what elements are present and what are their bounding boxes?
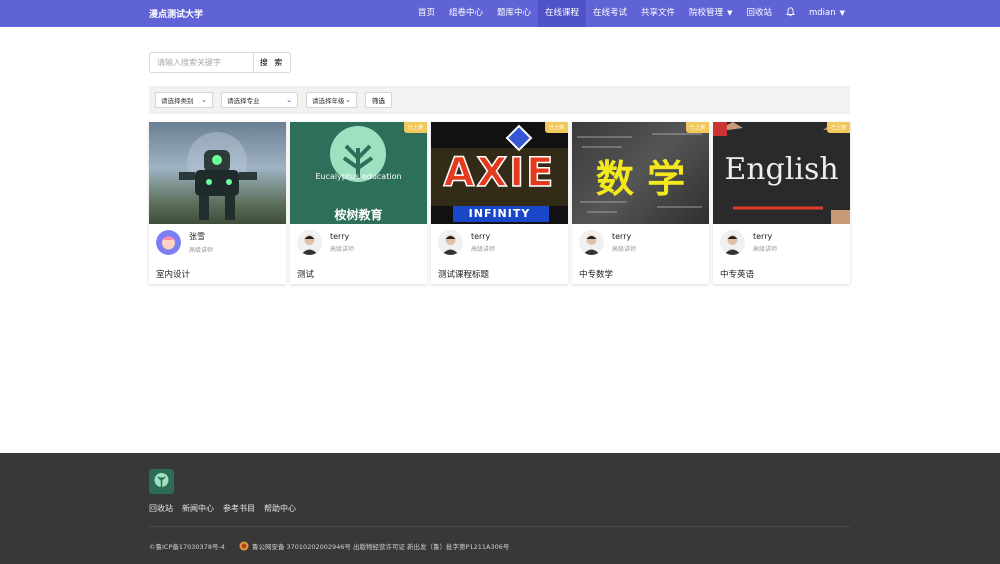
course-thumbnail: English 已上架 xyxy=(713,122,850,224)
thumbnail-caption: Eucalyptus education xyxy=(315,172,402,181)
site-brand[interactable]: 漫点测试大学 xyxy=(149,7,203,20)
nav-online-exam-label: 在线考试 xyxy=(593,8,628,18)
nav-shared-files-label: 共享文件 xyxy=(641,8,676,18)
grade-select-value: 请选择年级 xyxy=(312,97,345,105)
nav-school-admin-label: 院校管理 xyxy=(689,8,724,18)
search-button[interactable]: 搜 索 xyxy=(254,52,291,73)
teacher-info: terry 高级讲师 xyxy=(297,230,354,255)
police-record[interactable]: 鲁公网安备 37010202002946号 出版物经营许可证 新出发（鲁）批字第… xyxy=(239,541,509,551)
user-menu[interactable]: mdian ▼ xyxy=(802,0,852,27)
course-thumbnail: AXIE INFINITY 已上架 xyxy=(431,122,568,224)
teacher-info: terry 高级讲师 xyxy=(438,230,495,255)
nav-recycle-bin-label: 回收站 xyxy=(746,8,772,18)
thumbnail-caption: INFINITY xyxy=(468,207,531,220)
footer-link-news[interactable]: 新闻中心 xyxy=(182,503,214,514)
chevron-down-icon: ▼ xyxy=(839,9,845,17)
course-card[interactable]: AXIE INFINITY 已上架 terry 高级讲师 测试课程标题 xyxy=(431,122,568,284)
course-thumbnail xyxy=(149,122,286,224)
footer-divider xyxy=(149,526,850,527)
nav-online-course-label: 在线课程 xyxy=(545,8,580,18)
teacher-name: terry xyxy=(471,232,491,241)
avatar xyxy=(720,230,745,255)
teacher-name: terry xyxy=(330,232,350,241)
teacher-info: 张雪 高级讲师 xyxy=(156,230,213,255)
chevron-down-icon: ▼ xyxy=(727,9,733,17)
avatar xyxy=(438,230,463,255)
teacher-info: terry 高级讲师 xyxy=(720,230,777,255)
chevron-down-icon: ⌄ xyxy=(201,96,207,104)
thumbnail-caption: 数 学 xyxy=(595,157,686,201)
teacher-name: 张雪 xyxy=(189,232,205,241)
teacher-name: terry xyxy=(753,232,773,241)
teacher-info: terry 高级讲师 xyxy=(579,230,636,255)
thumbnail-caption: English xyxy=(724,152,839,187)
course-card[interactable]: English 已上架 terry 高级讲师 中专英语 xyxy=(713,122,850,284)
course-title[interactable]: 中专英语 xyxy=(720,268,754,280)
course-title[interactable]: 室内设计 xyxy=(156,268,190,280)
status-badge: 已上架 xyxy=(685,122,709,133)
status-badge: 已上架 xyxy=(403,122,427,133)
footer: 回收站 新闻中心 参考书目 帮助中心 ©鲁ICP备17030378号-4 鲁公网… xyxy=(0,453,1000,564)
chevron-down-icon: ⌄ xyxy=(286,96,292,104)
nav-paper-center[interactable]: 组卷中心 xyxy=(442,0,490,27)
user-name: mdian xyxy=(808,8,836,18)
footer-link-recycle[interactable]: 回收站 xyxy=(149,503,173,514)
search-bar: 搜 索 xyxy=(149,52,291,73)
nav-home-label: 首页 xyxy=(417,8,435,18)
status-badge: 已上架 xyxy=(826,122,850,133)
course-card[interactable]: 数 学 已上架 terry 高级讲师 中专数学 xyxy=(572,122,709,284)
major-select-value: 请选择专业 xyxy=(227,97,260,105)
search-input[interactable] xyxy=(149,52,254,73)
nav-online-course[interactable]: 在线课程 xyxy=(538,0,587,27)
nav-online-exam[interactable]: 在线考试 xyxy=(586,0,634,27)
top-navbar: 漫点测试大学 首页 组卷中心 题库中心 在线课程 在线考试 共享文件 院校管理 ▼… xyxy=(0,0,1000,27)
police-badge-icon xyxy=(239,541,249,551)
footer-link-help[interactable]: 帮助中心 xyxy=(264,503,296,514)
avatar xyxy=(579,230,604,255)
major-select[interactable]: 请选择专业 ⌄ xyxy=(221,92,298,108)
nav-shared-files[interactable]: 共享文件 xyxy=(634,0,682,27)
course-card[interactable]: 张雪 高级讲师 室内设计 xyxy=(149,122,286,284)
avatar xyxy=(156,230,181,255)
footer-links: 回收站 新闻中心 参考书目 帮助中心 xyxy=(149,503,296,514)
teacher-name: terry xyxy=(612,232,632,241)
course-title[interactable]: 测试 xyxy=(297,268,314,280)
nav-question-bank-label: 题库中心 xyxy=(496,8,531,18)
teacher-title: 高级讲师 xyxy=(753,246,778,253)
teacher-title: 高级讲师 xyxy=(471,246,496,253)
nav-recycle-bin[interactable]: 回收站 xyxy=(739,0,779,27)
category-select-value: 请选择类别 xyxy=(161,97,194,105)
teacher-title: 高级讲师 xyxy=(330,246,355,253)
course-thumbnail: Eucalyptus education 桉树教育 已上架 xyxy=(290,122,427,224)
course-list: 张雪 高级讲师 室内设计 Eucalyptus education 桉树教育 已… xyxy=(149,122,850,284)
nav-school-admin[interactable]: 院校管理 ▼ xyxy=(682,0,739,27)
grade-select[interactable]: 请选择年级 ⌄ xyxy=(306,92,357,108)
footer-legal: ©鲁ICP备17030378号-4 鲁公网安备 37010202002946号 … xyxy=(149,541,509,551)
teacher-title: 高级讲师 xyxy=(189,247,214,254)
police-record-text: 鲁公网安备 37010202002946号 出版物经营许可证 新出发（鲁）批字第… xyxy=(251,543,510,551)
chevron-down-icon: ⌄ xyxy=(345,96,351,104)
category-select[interactable]: 请选择类别 ⌄ xyxy=(155,92,213,108)
filter-bar: 请选择类别 ⌄ 请选择专业 ⌄ 请选择年级 ⌄ 筛选 xyxy=(149,86,850,114)
course-title[interactable]: 中专数学 xyxy=(579,268,613,280)
thumbnail-caption: 桉树教育 xyxy=(334,208,383,222)
nav-question-bank[interactable]: 题库中心 xyxy=(490,0,538,27)
filter-button[interactable]: 筛选 xyxy=(365,92,392,108)
course-thumbnail: 数 学 已上架 xyxy=(572,122,709,224)
nav-paper-center-label: 组卷中心 xyxy=(448,8,483,18)
bell-icon[interactable] xyxy=(779,7,802,20)
footer-link-books[interactable]: 参考书目 xyxy=(223,503,255,514)
robot-illustration xyxy=(179,132,257,220)
status-badge: 已上架 xyxy=(544,122,568,133)
course-title[interactable]: 测试课程标题 xyxy=(438,268,489,280)
nav-home[interactable]: 首页 xyxy=(411,0,442,27)
footer-logo xyxy=(149,469,174,494)
course-card[interactable]: Eucalyptus education 桉树教育 已上架 terry 高级讲师… xyxy=(290,122,427,284)
icp-record[interactable]: ©鲁ICP备17030378号-4 xyxy=(149,541,225,551)
thumbnail-caption: AXIE xyxy=(443,149,556,197)
main-nav: 首页 组卷中心 题库中心 在线课程 在线考试 共享文件 院校管理 ▼ 回收站 md… xyxy=(411,0,852,27)
avatar xyxy=(297,230,322,255)
teacher-title: 高级讲师 xyxy=(612,246,637,253)
